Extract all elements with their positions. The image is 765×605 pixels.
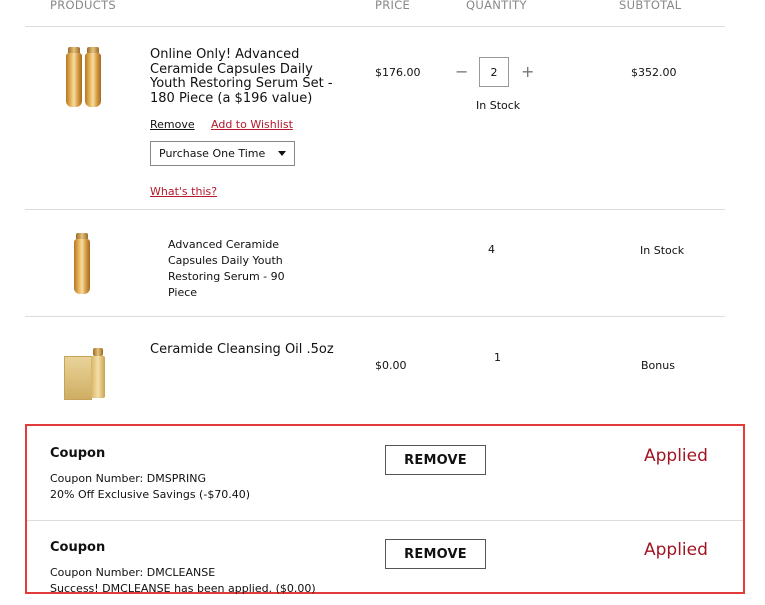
product-image-serum-90[interactable] (70, 232, 94, 297)
header-quantity: QUANTITY (466, 0, 527, 12)
remove-coupon-button[interactable]: REMOVE (385, 445, 486, 475)
header-subtotal: SUBTOTAL (619, 0, 682, 12)
price-serum-set: $176.00 (375, 66, 421, 79)
chevron-down-icon (278, 151, 286, 156)
subtotal-serum-set: $352.00 (631, 66, 677, 79)
coupon-status: Applied (644, 540, 708, 560)
coupon-number: Coupon Number: DMCLEANSE (50, 566, 216, 579)
quantity-decrease-button[interactable]: − (455, 62, 468, 81)
coupon-title: Coupon (50, 446, 106, 461)
quantity-input[interactable]: 2 (479, 57, 509, 87)
coupon-number: Coupon Number: DMSPRING (50, 472, 206, 485)
bonus-label: Bonus (641, 359, 675, 372)
quantity-increase-button[interactable]: + (521, 62, 534, 81)
whats-this-link[interactable]: What's this? (150, 185, 217, 198)
coupon-detail: 20% Off Exclusive Savings (-$70.40) (50, 488, 251, 501)
remove-coupon-button[interactable]: REMOVE (385, 539, 486, 569)
product-name-serum-90[interactable]: Advanced Ceramide Capsules Daily Youth R… (168, 237, 298, 301)
coupon-status: Applied (644, 446, 708, 466)
header-products: PRODUCTS (50, 0, 117, 12)
coupon-divider (27, 520, 743, 521)
product-image-cleansing-oil[interactable] (64, 348, 106, 400)
product-name-cleansing-oil[interactable]: Ceramide Cleansing Oil .5oz (150, 342, 334, 358)
header-price: PRICE (375, 0, 411, 12)
remove-link[interactable]: Remove (150, 118, 195, 131)
coupon-title: Coupon (50, 540, 106, 555)
quantity-cleansing-oil: 1 (494, 351, 501, 364)
coupons-highlight: Coupon Coupon Number: DMSPRING 20% Off E… (25, 424, 745, 595)
quantity-serum-90: 4 (488, 243, 495, 256)
purchase-option-value: Purchase One Time (159, 147, 266, 160)
row-divider (25, 316, 725, 317)
coupon-detail: Success! DMCLEANSE has been applied. ($0… (50, 582, 316, 595)
product-image-serum-set[interactable] (62, 45, 106, 110)
row-divider (25, 209, 725, 210)
stock-serum-90: In Stock (640, 244, 685, 257)
purchase-option-select[interactable]: Purchase One Time (150, 141, 295, 166)
stock-status: In Stock (476, 99, 521, 112)
product-name-serum-set[interactable]: Online Only! Advanced Ceramide Capsules … (150, 47, 350, 106)
price-cleansing-oil: $0.00 (375, 359, 407, 372)
header-divider (25, 26, 725, 27)
add-to-wishlist-link[interactable]: Add to Wishlist (211, 118, 293, 131)
